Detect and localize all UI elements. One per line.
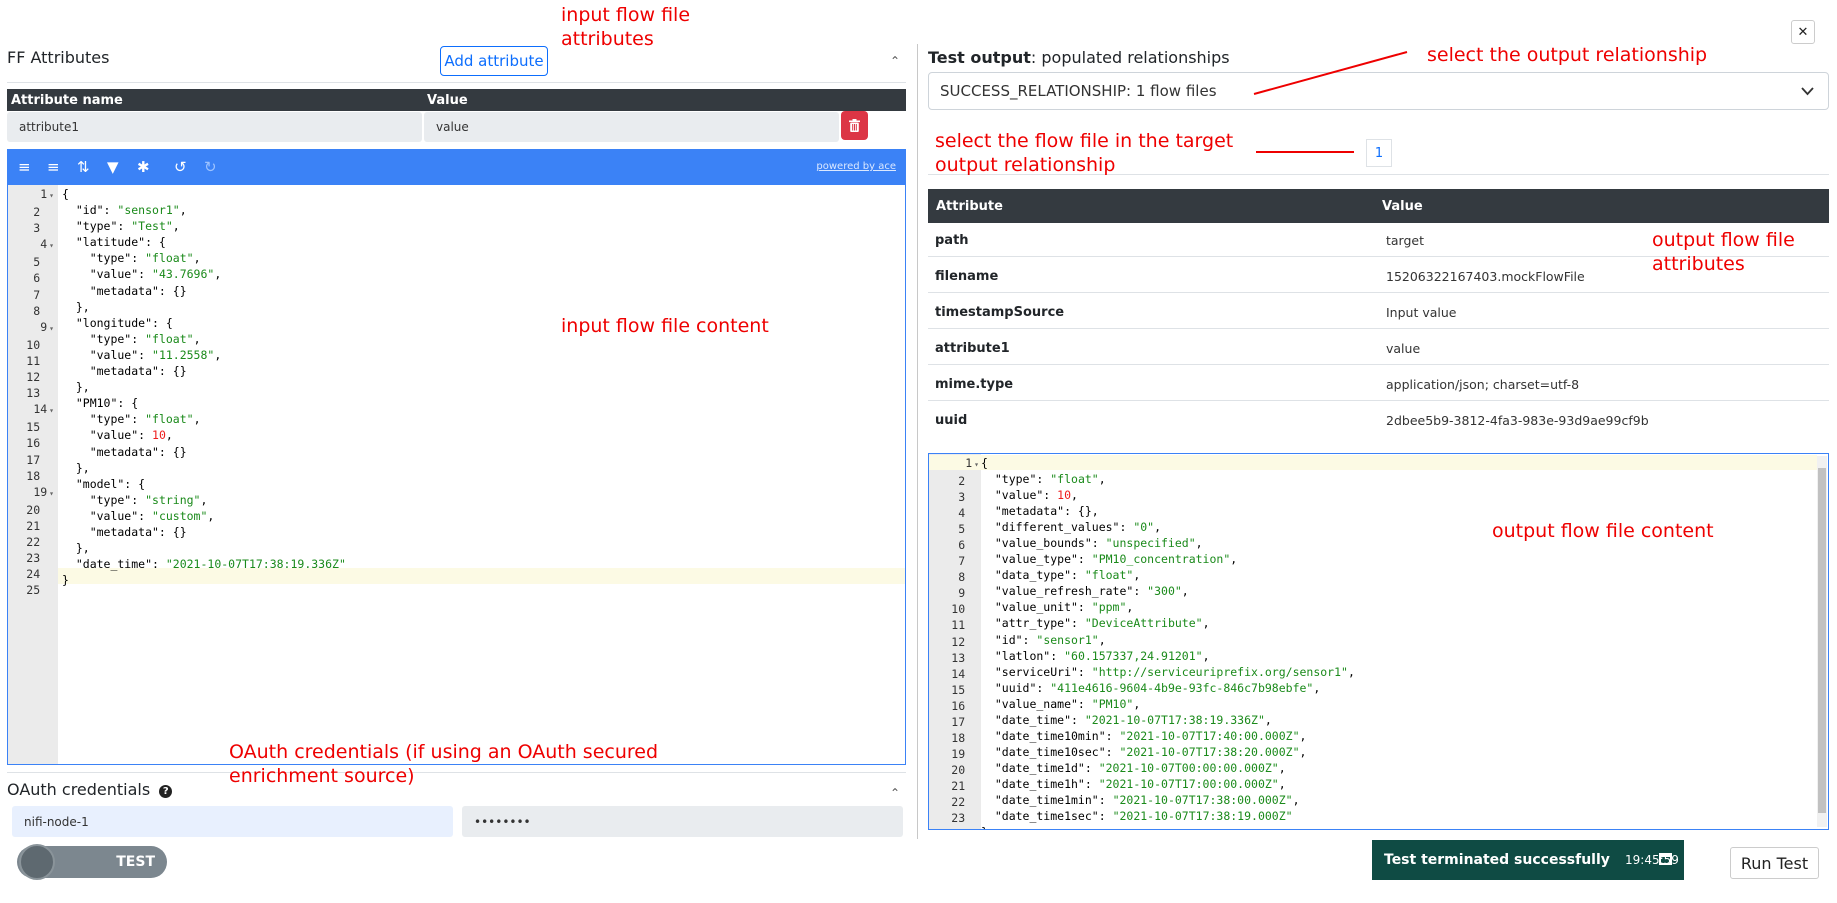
arrow-relationship — [1253, 51, 1408, 95]
annotation-arrows — [1253, 51, 1408, 153]
